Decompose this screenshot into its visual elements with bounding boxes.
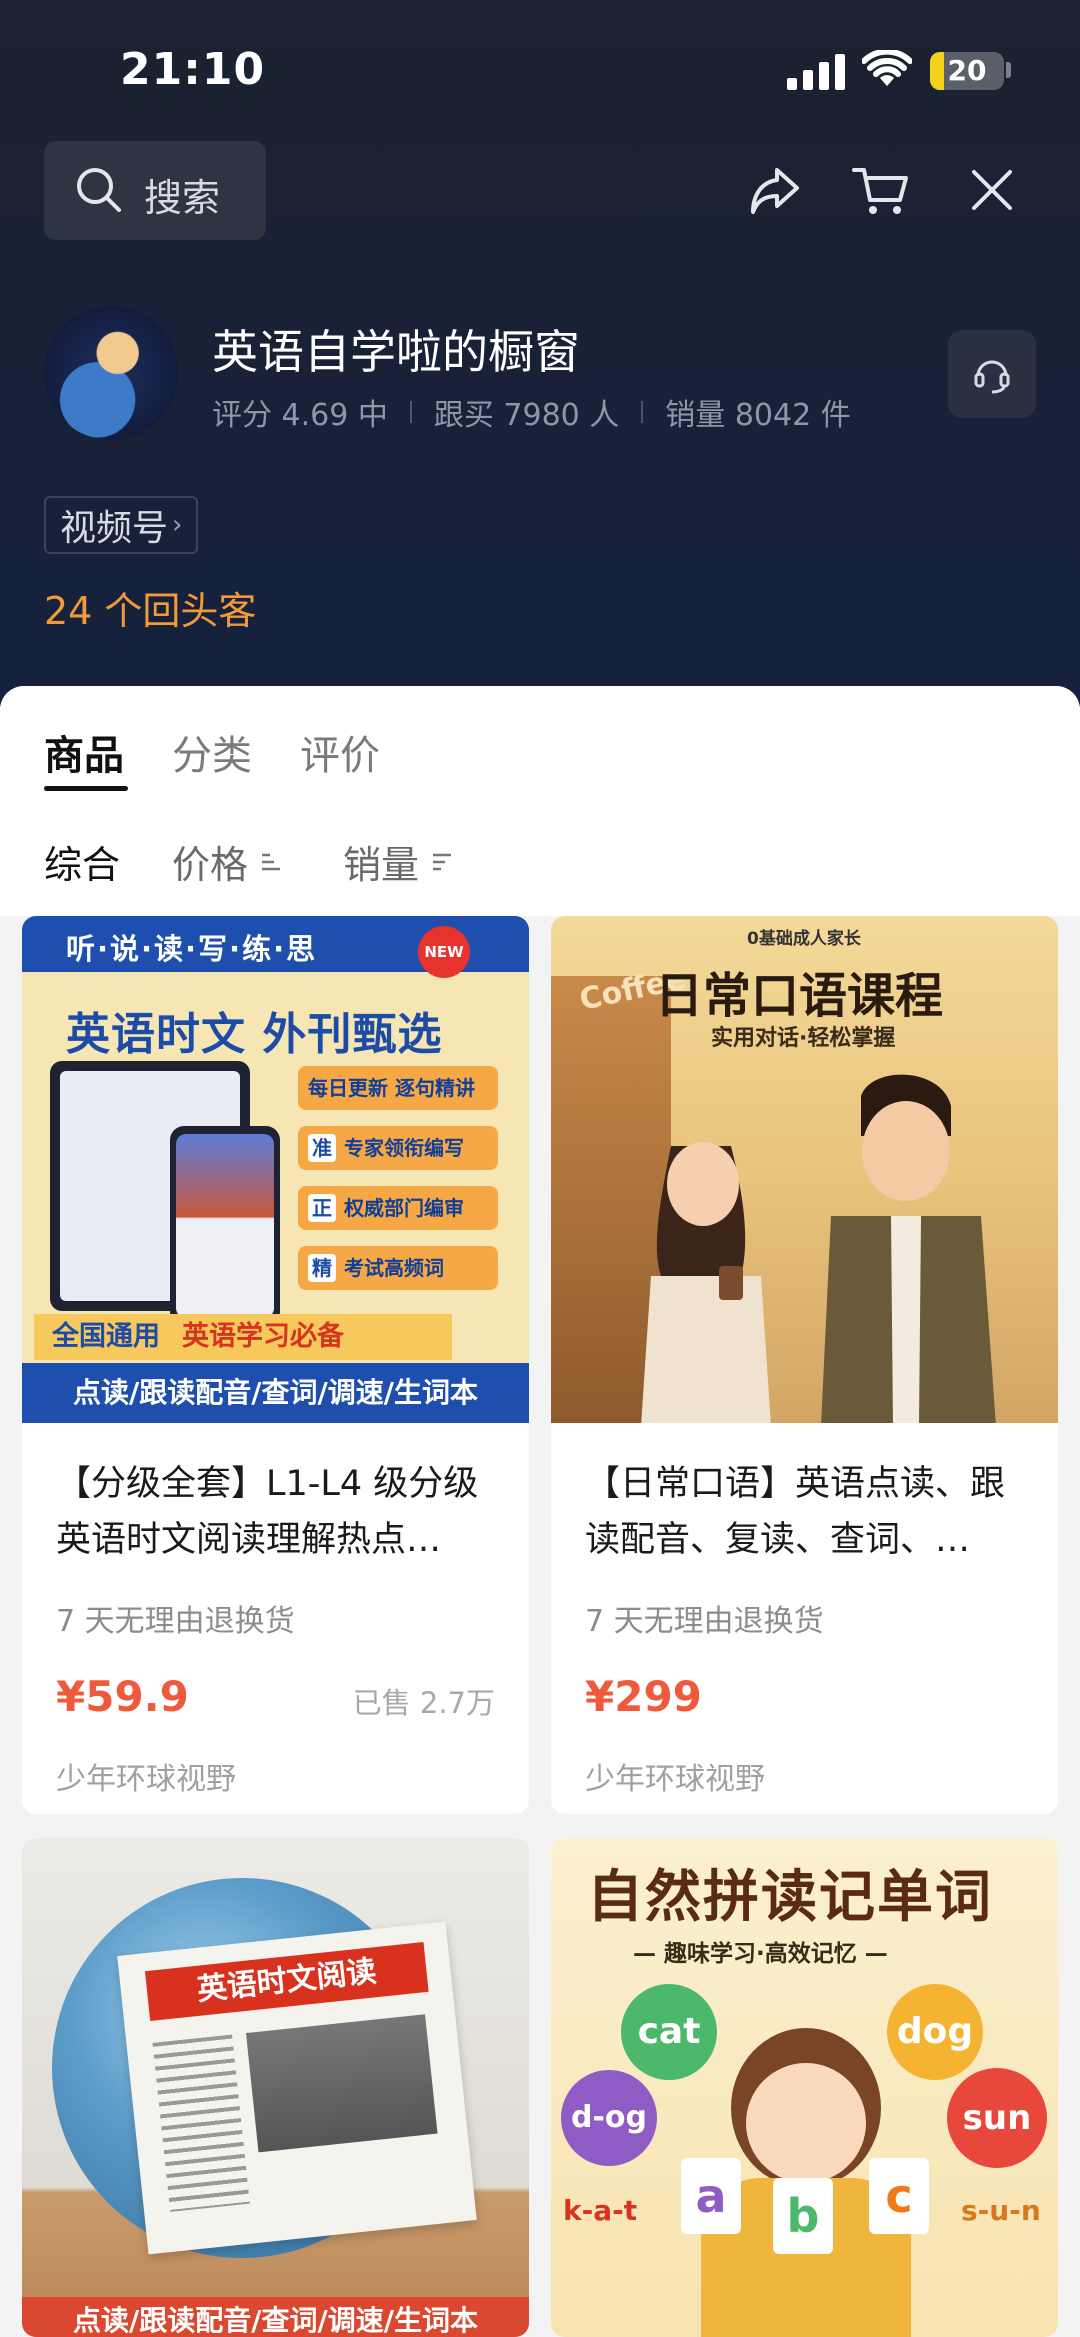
sort-comprehensive[interactable]: 综合 bbox=[44, 834, 120, 889]
return-policy: 7 天无理由退换货 bbox=[56, 1604, 295, 1639]
headset-icon bbox=[974, 360, 1010, 394]
shop-sales: 销量 8042 件 bbox=[665, 398, 851, 433]
search-label: 搜索 bbox=[144, 176, 221, 220]
chevron-right-icon: › bbox=[172, 510, 183, 540]
product-price: ¥59.9 bbox=[56, 1672, 189, 1721]
product-card[interactable]: 听·说·读·写·练·思 NEW 英语时文 外刊甄选 每日更新 逐句精讲 准专家领… bbox=[22, 916, 529, 1814]
tab-reviews[interactable]: 评价 bbox=[300, 723, 380, 781]
product-image: Coffee 0基础成人家长 日常口语课程 实用对话·轻松掌握 bbox=[551, 916, 1058, 1423]
customer-service-button[interactable] bbox=[948, 330, 1036, 418]
search-icon bbox=[77, 168, 121, 212]
share-icon[interactable] bbox=[745, 160, 805, 220]
sort-price[interactable]: 价格 bbox=[172, 834, 284, 889]
signal-icon bbox=[787, 54, 845, 90]
product-title: 【分级全套】L1-L4 级分级英语时文阅读理解热点… bbox=[56, 1464, 479, 1560]
product-title: 【日常口语】英语点读、跟读配音、复读、查词、… bbox=[585, 1464, 1006, 1560]
shop-name: 英语自学啦的橱窗 bbox=[212, 325, 580, 379]
returning-customers: 24 个回头客 bbox=[44, 589, 257, 633]
tab-categories[interactable]: 分类 bbox=[172, 723, 252, 781]
sold-count: 已售 2.7万 bbox=[352, 1686, 495, 1720]
product-card[interactable]: 自然拼读记单词 — 趣味学习·高效记忆 — cat dog d-og sun a… bbox=[551, 1838, 1058, 2337]
close-icon[interactable] bbox=[962, 160, 1022, 220]
product-shop: 少年环球视野 bbox=[585, 1762, 765, 1797]
product-image: 听·说·读·写·练·思 NEW 英语时文 外刊甄选 每日更新 逐句精讲 准专家领… bbox=[22, 916, 529, 1423]
cart-icon[interactable] bbox=[850, 160, 910, 220]
shop-rating: 评分 4.69 中 bbox=[212, 398, 388, 433]
newspaper-illustration: 英语时文阅读 bbox=[117, 1921, 477, 2255]
product-card[interactable]: 英语时文阅读 点读/跟读配音/查词/调速/生词本 bbox=[22, 1838, 529, 2337]
sort-icon bbox=[262, 853, 281, 870]
new-badge: NEW bbox=[418, 926, 470, 978]
woman-illustration bbox=[641, 1142, 771, 1423]
return-policy: 7 天无理由退换货 bbox=[585, 1604, 824, 1639]
channel-tag[interactable]: 视频号 › bbox=[44, 496, 199, 554]
sort-icon bbox=[433, 853, 452, 870]
status-time: 21:10 bbox=[120, 44, 266, 95]
product-price: ¥299 bbox=[585, 1672, 702, 1721]
active-tab-underline bbox=[44, 786, 128, 791]
shop-header: 21:10 20 搜索 英语自学啦的橱窗 评分 4.69 中 跟买 7980 人… bbox=[0, 0, 1080, 720]
shop-avatar[interactable] bbox=[44, 306, 178, 440]
product-shop: 少年环球视野 bbox=[56, 1762, 236, 1797]
status-bar: 21:10 20 bbox=[0, 0, 1080, 140]
tab-products[interactable]: 商品 bbox=[44, 723, 124, 781]
sort-sales[interactable]: 销量 bbox=[343, 834, 455, 889]
product-image: 英语时文阅读 点读/跟读配音/查词/调速/生词本 bbox=[22, 1838, 529, 2337]
panel-tabs: 商品 分类 评价 综合 价格 销量 bbox=[0, 686, 1080, 916]
product-card[interactable]: Coffee 0基础成人家长 日常口语课程 实用对话·轻松掌握 【日常口语】英语… bbox=[551, 916, 1058, 1814]
man-illustration bbox=[821, 1074, 996, 1423]
wifi-icon bbox=[862, 50, 912, 86]
battery-indicator: 20 bbox=[930, 52, 1004, 90]
product-image: 自然拼读记单词 — 趣味学习·高效记忆 — cat dog d-og sun a… bbox=[551, 1838, 1058, 2337]
shop-followers: 跟买 7980 人 bbox=[433, 398, 620, 433]
shop-stats: 评分 4.69 中 跟买 7980 人 销量 8042 件 bbox=[212, 390, 851, 434]
search-button[interactable]: 搜索 bbox=[44, 141, 266, 240]
